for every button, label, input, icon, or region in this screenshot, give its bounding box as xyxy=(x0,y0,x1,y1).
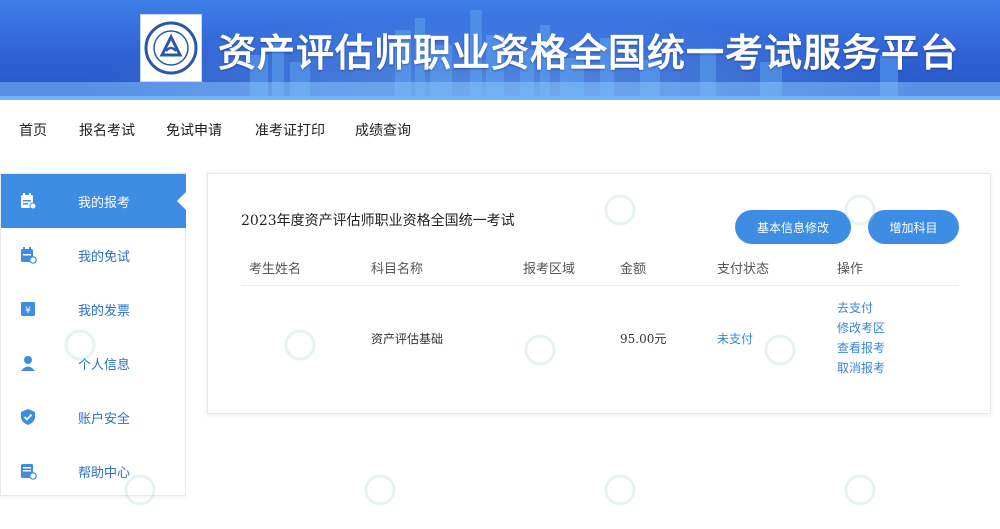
sidebar: 我的报考 我的免试 ¥ 我的发票 个人信息 账户安全 帮助中心 xyxy=(0,173,187,498)
table-header-divider xyxy=(241,285,959,286)
calendar-check-icon xyxy=(18,245,38,265)
cancel-registration-link[interactable]: 取消报考 xyxy=(837,359,885,376)
registration-card: 2023年度资产评估师职业资格全国统一考试 基本信息修改 增加科目 考生姓名 科… xyxy=(207,173,991,414)
add-subject-button[interactable]: 增加科目 xyxy=(868,210,959,244)
sidebar-item-account-security[interactable]: 账户安全 xyxy=(1,390,186,444)
cell-payment-status: 未支付 xyxy=(717,332,754,346)
cell-subject: 资产评估基础 xyxy=(371,332,444,346)
help-doc-icon xyxy=(18,461,38,481)
edit-basic-info-button[interactable]: 基本信息修改 xyxy=(735,210,851,244)
sidebar-item-my-invoice[interactable]: ¥ 我的发票 xyxy=(1,282,186,336)
nav-admit-card[interactable]: 准考证打印 xyxy=(255,120,325,140)
site-title: 资产评估师职业资格全国统一考试服务平台 xyxy=(218,31,960,75)
association-seal-logo-icon xyxy=(144,21,198,75)
sidebar-item-my-registration[interactable]: 我的报考 xyxy=(1,174,187,228)
association-logo xyxy=(140,14,202,82)
column-header-status: 支付状态 xyxy=(717,262,770,277)
sidebar-item-personal-info[interactable]: 个人信息 xyxy=(1,336,186,390)
nav-exam-register[interactable]: 报名考试 xyxy=(79,120,135,140)
banner-divider xyxy=(0,96,1000,100)
sidebar-item-label: 我的报考 xyxy=(78,195,131,211)
column-header-actions: 操作 xyxy=(837,262,864,277)
column-header-region: 报考区域 xyxy=(523,262,576,277)
sidebar-item-label: 帮助中心 xyxy=(78,465,131,481)
header-banner: 资产评估师职业资格全国统一考试服务平台 xyxy=(0,0,1000,100)
exam-title: 2023年度资产评估师职业资格全国统一考试 xyxy=(241,213,515,229)
calendar-edit-icon xyxy=(18,191,38,211)
sidebar-item-help-center[interactable]: 帮助中心 xyxy=(1,444,186,498)
shield-check-icon xyxy=(18,407,38,427)
nav-exemption[interactable]: 免试申请 xyxy=(166,120,222,140)
column-header-name: 考生姓名 xyxy=(249,262,302,277)
sidebar-item-label: 我的免试 xyxy=(78,249,131,265)
cell-amount: 95.00元 xyxy=(620,332,667,346)
sidebar-item-label: 个人信息 xyxy=(78,357,131,373)
column-header-amount: 金额 xyxy=(620,262,647,277)
invoice-icon: ¥ xyxy=(18,299,38,319)
sidebar-item-my-exemption[interactable]: 我的免试 xyxy=(1,228,186,282)
nav-home[interactable]: 首页 xyxy=(19,120,47,140)
top-navigation: 首页 报名考试 免试申请 准考证打印 成绩查询 xyxy=(0,112,1000,148)
column-header-subject: 科目名称 xyxy=(371,262,424,277)
change-region-link[interactable]: 修改考区 xyxy=(837,319,885,336)
sidebar-item-label: 账户安全 xyxy=(78,411,131,427)
nav-score-query[interactable]: 成绩查询 xyxy=(355,120,411,140)
user-icon xyxy=(18,353,38,373)
pay-link[interactable]: 去支付 xyxy=(837,299,873,316)
view-registration-link[interactable]: 查看报考 xyxy=(837,339,885,356)
sidebar-item-label: 我的发票 xyxy=(78,303,131,319)
svg-text:¥: ¥ xyxy=(25,306,31,316)
